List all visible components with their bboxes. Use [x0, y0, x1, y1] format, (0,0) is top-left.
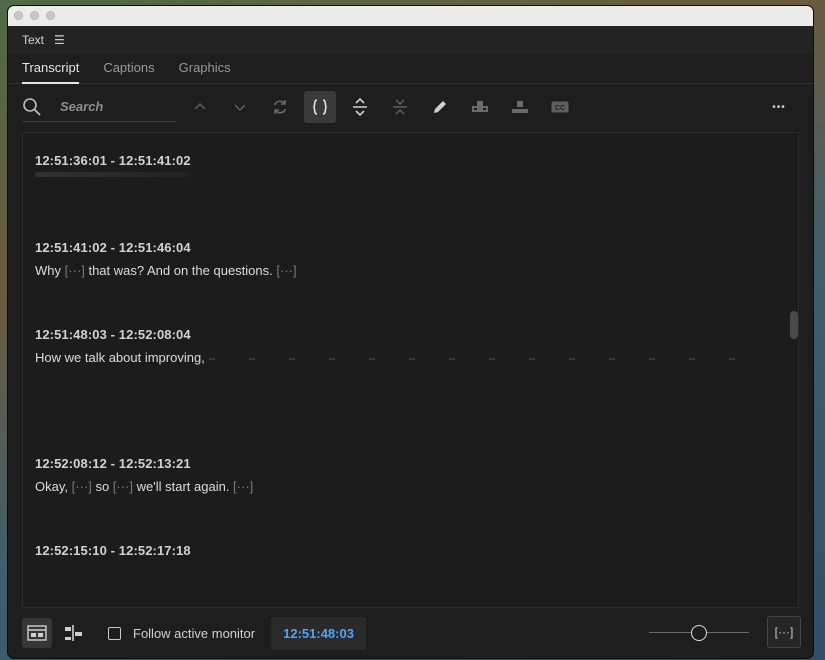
panel-footer: Follow active monitor 12:51:48:03 [···]: [8, 608, 813, 658]
blurred-text: [35, 172, 190, 177]
close-window-button[interactable]: [14, 11, 23, 20]
speaker-icon: [472, 101, 488, 112]
panel-title: Text: [22, 33, 45, 47]
transcript-view-button[interactable]: [22, 618, 52, 648]
zoom-slider[interactable]: [649, 625, 749, 641]
pencil-icon: [434, 101, 446, 113]
transcript-toolbar: CC •••: [8, 84, 813, 130]
next-result-button[interactable]: [224, 91, 256, 123]
search-icon[interactable]: [22, 97, 42, 117]
transcript-list[interactable]: 12:51:36:01 - 12:51:41:02 12:51:41:02 - …: [22, 132, 799, 608]
transcript-segment[interactable]: 12:51:41:02 - 12:51:46:04 Why [···] that…: [35, 240, 297, 278]
refresh-icon: [273, 100, 287, 114]
structure-view-button[interactable]: [58, 618, 88, 648]
tab-captions[interactable]: Captions: [103, 60, 166, 83]
refresh-button[interactable]: [264, 91, 296, 123]
segment-timecode: 12:51:41:02 - 12:51:46:04: [35, 240, 191, 255]
pause-marker[interactable]: [···]: [65, 263, 85, 278]
more-options-button[interactable]: •••: [769, 97, 789, 117]
captions-button[interactable]: CC: [544, 91, 576, 123]
transcript-segment[interactable]: 12:52:15:10 - 12:52:17:18: [35, 543, 191, 558]
tab-bar: Transcript Captions Graphics: [8, 54, 813, 84]
expand-icon: [353, 97, 367, 117]
hierarchy-icon: [65, 625, 82, 641]
chevron-up-icon: [194, 102, 206, 110]
edit-button[interactable]: [424, 91, 456, 123]
blurred-text: [208, 357, 769, 360]
vertical-scrollbar[interactable]: [790, 311, 798, 339]
chevron-down-icon: [234, 104, 246, 112]
segment-timecode: 12:51:48:03 - 12:52:08:04: [35, 327, 191, 342]
current-timecode[interactable]: 12:51:48:03: [271, 616, 366, 650]
minimize-window-button[interactable]: [30, 11, 39, 20]
collapse-button[interactable]: [384, 91, 416, 123]
search-input[interactable]: [60, 99, 170, 114]
collapse-icon: [393, 99, 407, 115]
zoom-window-button[interactable]: [46, 11, 55, 20]
panel-menu-icon[interactable]: ☰: [54, 33, 65, 47]
split-segment-icon: [313, 99, 327, 115]
pause-marker[interactable]: [···]: [72, 479, 92, 494]
segment-timecode: 12:51:36:01 - 12:51:41:02: [35, 153, 191, 168]
transcript-segment[interactable]: 12:51:48:03 - 12:52:08:04 How we talk ab…: [35, 327, 769, 365]
pause-marker[interactable]: [···]: [276, 263, 296, 278]
split-segment-button[interactable]: [304, 91, 336, 123]
panel-header: Text ☰: [8, 26, 813, 54]
segment-text[interactable]: Okay, [···] so [···] we'll start again. …: [35, 479, 253, 494]
insert-icon: [512, 101, 528, 113]
svg-text:CC: CC: [555, 105, 565, 112]
pause-marker-toggle-button[interactable]: [···]: [767, 616, 801, 648]
follow-active-monitor-label: Follow active monitor: [133, 625, 256, 641]
expand-button[interactable]: [344, 91, 376, 123]
insert-button[interactable]: [504, 91, 536, 123]
previous-result-button[interactable]: [184, 91, 216, 123]
segment-text[interactable]: How we talk about improving,: [35, 350, 769, 365]
segment-text[interactable]: Why [···] that was? And on the questions…: [35, 263, 297, 278]
text-panel-window: Text ☰ Transcript Captions Graphics Sear…: [8, 6, 813, 658]
tab-transcript[interactable]: Transcript: [22, 60, 91, 84]
pause-marker[interactable]: [···]: [233, 479, 253, 494]
more-icon: •••: [772, 101, 786, 113]
tab-graphics[interactable]: Graphics: [179, 60, 243, 83]
speaker-button[interactable]: [464, 91, 496, 123]
segment-timecode: 12:52:15:10 - 12:52:17:18: [35, 543, 191, 558]
search-box: [22, 92, 176, 122]
pause-marker[interactable]: [···]: [113, 479, 133, 494]
segment-timecode: 12:52:08:12 - 12:52:13:21: [35, 456, 191, 471]
transcript-view-icon: [27, 625, 47, 641]
window-titlebar: [8, 6, 813, 26]
transcript-segment[interactable]: 12:51:36:01 - 12:51:41:02: [35, 153, 191, 177]
follow-active-monitor-checkbox[interactable]: [108, 626, 121, 640]
transcript-segment[interactable]: 12:52:08:12 - 12:52:13:21 Okay, [···] so…: [35, 456, 253, 494]
zoom-slider-thumb[interactable]: [691, 625, 707, 641]
cc-icon: CC: [551, 101, 569, 113]
